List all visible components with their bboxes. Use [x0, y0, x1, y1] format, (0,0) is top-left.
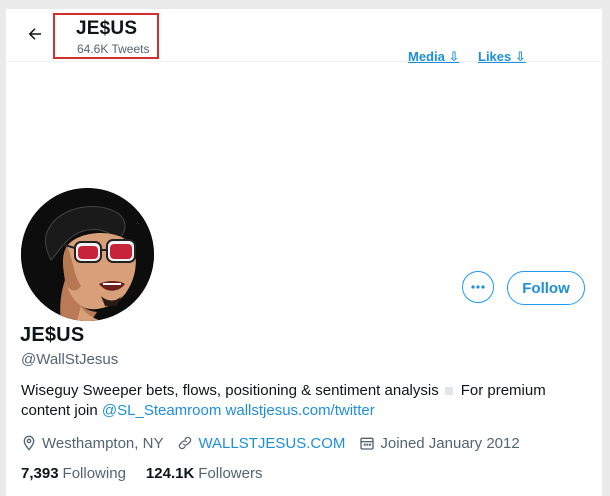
- website-link[interactable]: WALLSTJESUS.COM: [198, 435, 345, 452]
- tweet-count: 64.6K Tweets: [77, 42, 150, 56]
- location: Westhampton, NY: [21, 435, 163, 452]
- calendar-icon: [360, 437, 375, 450]
- avatar[interactable]: [21, 188, 154, 321]
- bio-url-link[interactable]: wallstjesus.com/twitter: [226, 402, 375, 419]
- likes-link[interactable]: Likes ⇩: [478, 49, 526, 65]
- header-divider: [6, 61, 602, 62]
- link-icon: [179, 436, 192, 450]
- followers-count: 124.1K: [145, 465, 195, 482]
- more-dots-icon: [471, 285, 485, 289]
- media-link[interactable]: Media ⇩: [408, 49, 459, 65]
- more-button[interactable]: [462, 271, 494, 303]
- handle: @WallStJesus: [21, 351, 119, 368]
- join-date: Joined January 2012: [359, 434, 520, 452]
- profile-meta: Westhampton, NY WALLSTJESUS.COM Joined J…: [21, 433, 534, 453]
- arrow-left-icon: [28, 28, 41, 40]
- followers-label: Followers: [198, 465, 263, 482]
- follow-counts: 7,393 Following 124.1K Followers: [21, 465, 282, 482]
- display-name: JE$US: [20, 324, 85, 346]
- following-stat[interactable]: 7,393 Following: [21, 465, 126, 482]
- bio-separator: [444, 386, 453, 395]
- top-bar: JE$US 64.6K Tweets Media ⇩ Likes ⇩: [6, 9, 602, 64]
- following-count: 7,393: [21, 465, 59, 482]
- header-display-name: JE$US: [76, 18, 138, 39]
- back-button[interactable]: [20, 19, 50, 49]
- bio-text: Wiseguy Sweeper bets, flows, positioning…: [21, 382, 439, 399]
- profile-avatar-illustration: [21, 188, 154, 321]
- profile-card: JE$US 64.6K Tweets Media ⇩ Likes ⇩ Follo…: [6, 9, 602, 496]
- website: WALLSTJESUS.COM: [177, 435, 345, 452]
- location-pin-icon: [23, 435, 35, 451]
- location-text: Westhampton, NY: [42, 434, 164, 452]
- join-date-text: Joined January 2012: [380, 434, 520, 452]
- following-label: Following: [62, 465, 126, 482]
- bio: Wiseguy Sweeper bets, flows, positioning…: [21, 381, 591, 421]
- followers-stat[interactable]: 124.1K Followers: [146, 465, 263, 482]
- bio-mention-link[interactable]: @SL_Steamroom: [102, 402, 221, 419]
- follow-button[interactable]: Follow: [507, 271, 585, 305]
